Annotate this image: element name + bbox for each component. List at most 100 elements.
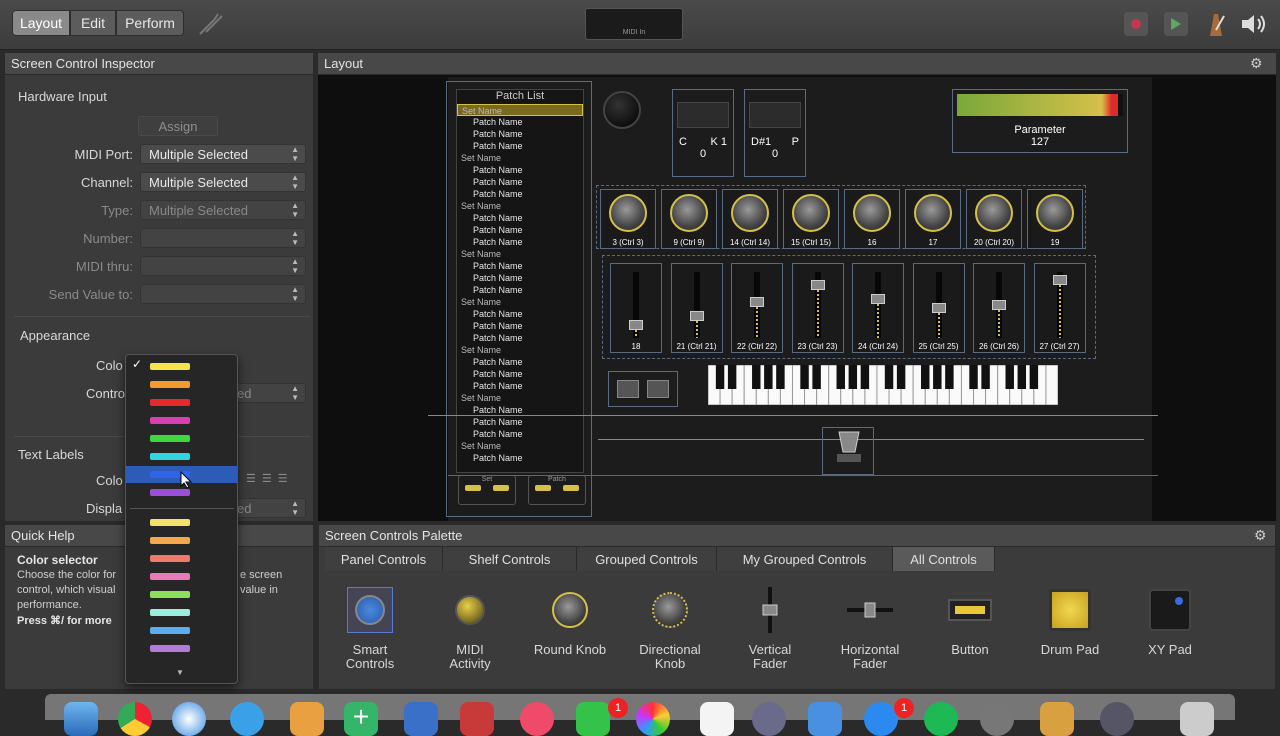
knob-control[interactable]: 16 <box>844 189 900 249</box>
palette-xy-pad[interactable]: XY Pad <box>1120 579 1220 689</box>
black-key[interactable] <box>884 365 894 389</box>
palette-round-knob[interactable]: Round Knob <box>520 579 620 689</box>
app-icon[interactable] <box>404 702 438 736</box>
color-swatch[interactable] <box>150 489 190 496</box>
set-name-row[interactable]: Set Name <box>457 344 583 356</box>
color-dropdown-menu[interactable]: ✓ ▼ <box>125 354 238 684</box>
patch-name-row[interactable]: Patch Name <box>457 176 583 188</box>
midi-activity-indicator[interactable] <box>603 91 641 129</box>
color-swatch[interactable] <box>150 417 190 424</box>
knob-control[interactable]: 20 (Ctrl 20) <box>966 189 1022 249</box>
knob-control[interactable]: 3 (Ctrl 3) <box>600 189 656 249</box>
fader-control[interactable]: 24 (Ctrl 24) <box>852 263 904 353</box>
plus-app-icon[interactable]: + <box>344 702 378 736</box>
set-next-button[interactable] <box>493 485 509 491</box>
set-name-row[interactable]: Set Name <box>457 392 583 404</box>
fader-cap[interactable] <box>871 294 885 305</box>
palette-button[interactable]: Button <box>920 579 1020 689</box>
knob-control[interactable]: 17 <box>905 189 961 249</box>
palette-horizontal-fader[interactable]: Horizontal Fader <box>820 579 920 689</box>
numbers-icon[interactable] <box>700 702 734 736</box>
palette-drum-pad[interactable]: Drum Pad <box>1020 579 1120 689</box>
fader-cap[interactable] <box>750 297 764 308</box>
set-name-row[interactable]: Set Name <box>457 440 583 452</box>
black-key[interactable] <box>800 365 809 389</box>
app-icon[interactable] <box>1040 702 1074 736</box>
set-name-row[interactable]: Set Name <box>457 248 583 260</box>
align-center-icon[interactable]: ☰ <box>262 472 272 490</box>
black-key[interactable] <box>969 365 978 389</box>
black-key[interactable] <box>921 365 930 389</box>
patch-name-row[interactable]: Patch Name <box>457 212 583 224</box>
black-key[interactable] <box>727 365 737 389</box>
knob-control[interactable]: 14 (Ctrl 14) <box>722 189 778 249</box>
tuning-fork-icon[interactable] <box>196 10 224 38</box>
patch-name-row[interactable]: Patch Name <box>457 128 583 140</box>
patch-name-row[interactable]: Patch Name <box>457 428 583 440</box>
pitch-mod-wheels[interactable] <box>608 371 678 407</box>
black-key[interactable] <box>860 365 870 389</box>
spotify-icon[interactable] <box>924 702 958 736</box>
knob-control[interactable]: 9 (Ctrl 9) <box>661 189 717 249</box>
tab-my-grouped-controls[interactable]: My Grouped Controls <box>717 547 893 571</box>
gear-icon[interactable]: ⚙ <box>1254 527 1267 544</box>
black-key[interactable] <box>776 365 785 389</box>
set-name-row[interactable]: Set Name <box>457 296 583 308</box>
fader-cap[interactable] <box>629 319 643 330</box>
sustain-pedal[interactable] <box>822 427 874 475</box>
black-key[interactable] <box>715 365 725 389</box>
patch-name-row[interactable]: Patch Name <box>457 272 583 284</box>
patch-name-row[interactable]: Patch Name <box>457 308 583 320</box>
patch-name-row[interactable]: Patch Name <box>457 416 583 428</box>
color-swatch[interactable] <box>150 537 190 544</box>
black-key[interactable] <box>1029 365 1039 389</box>
black-key[interactable] <box>836 365 845 389</box>
color-swatch[interactable] <box>150 573 190 580</box>
patch-name-row[interactable]: Patch Name <box>457 188 583 200</box>
color-swatch[interactable] <box>150 609 190 616</box>
play-button[interactable] <box>1164 12 1188 36</box>
trash-icon[interactable] <box>1180 702 1214 736</box>
set-stepper[interactable]: Set <box>458 475 516 505</box>
fader-control[interactable]: 27 (Ctrl 27) <box>1033 263 1086 353</box>
assign-button[interactable]: Assign <box>138 116 218 136</box>
music-icon[interactable] <box>520 702 554 736</box>
fader-control[interactable]: 23 (Ctrl 23) <box>791 263 844 353</box>
color-swatch[interactable] <box>150 555 190 562</box>
fader-control[interactable]: 25 (Ctrl 25) <box>912 263 965 353</box>
color-swatch[interactable] <box>150 435 190 442</box>
volume-icon[interactable] <box>1240 12 1270 36</box>
patch-prev-button[interactable] <box>535 485 551 491</box>
black-key[interactable] <box>981 365 990 389</box>
photos-icon[interactable] <box>636 702 670 736</box>
color-swatch[interactable] <box>150 591 190 598</box>
knob-control[interactable]: 19 <box>1027 189 1083 249</box>
fader-cap[interactable] <box>810 280 825 291</box>
fader-control[interactable]: 22 (Ctrl 22) <box>731 263 783 353</box>
black-key[interactable] <box>945 365 954 389</box>
color-swatch[interactable] <box>150 519 190 526</box>
white-key[interactable] <box>1045 364 1059 406</box>
palette-vertical-fader[interactable]: Vertical Fader <box>720 579 820 689</box>
color-swatch[interactable] <box>150 363 190 370</box>
piano-keyboard[interactable] <box>707 364 1059 406</box>
midi-port-select[interactable]: Multiple Selected ▲ ▼ <box>140 144 306 164</box>
color-swatch[interactable] <box>150 453 190 460</box>
patch-name-row[interactable]: Patch Name <box>457 380 583 392</box>
app-icon[interactable] <box>808 702 842 736</box>
parameter-meter[interactable]: Parameter 127 <box>952 89 1128 153</box>
patch-name-row[interactable]: Patch Name <box>457 452 583 464</box>
palette-directional-knob[interactable]: Directional Knob <box>620 579 720 689</box>
app-store-icon[interactable] <box>864 702 898 736</box>
knob-control[interactable]: 15 (Ctrl 15) <box>783 189 839 249</box>
tab-grouped-controls[interactable]: Grouped Controls <box>577 547 717 571</box>
patch-name-row[interactable]: Patch Name <box>457 332 583 344</box>
black-key[interactable] <box>764 365 773 389</box>
metronome-icon[interactable] <box>1204 10 1228 38</box>
align-right-icon[interactable]: ☰ <box>278 472 288 490</box>
align-left-icon[interactable]: ☰ <box>246 472 256 490</box>
patch-name-row[interactable]: Patch Name <box>457 284 583 296</box>
set-name-row[interactable]: Set Name <box>457 152 583 164</box>
color-swatch[interactable] <box>150 645 190 652</box>
tab-all-controls[interactable]: All Controls <box>893 547 995 571</box>
